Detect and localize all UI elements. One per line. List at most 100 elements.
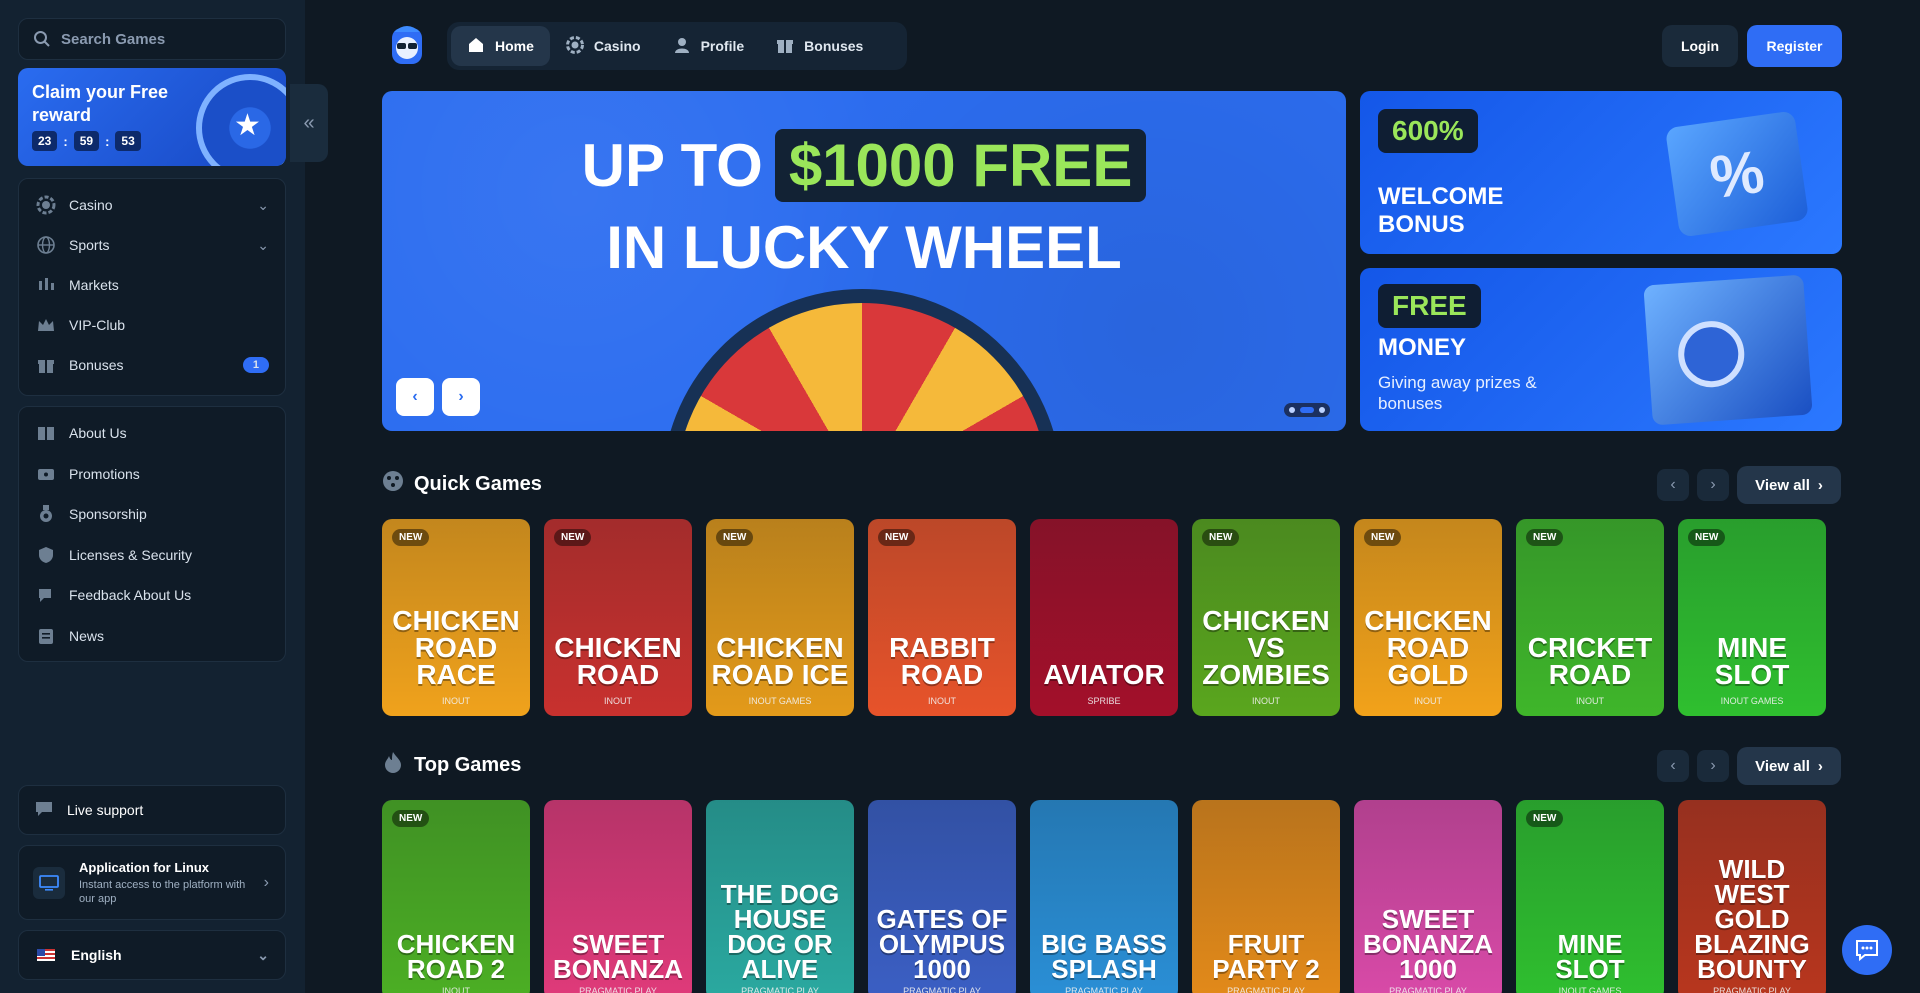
game-tile[interactable]: Sweet Bonanza Pragmatic Play (544, 800, 692, 993)
game-tile[interactable]: NEW Cricket Road InOut (1516, 519, 1664, 716)
sidebar-item-label: Casino (69, 197, 113, 213)
candlestick-icon (35, 274, 57, 296)
sidebar-item-news[interactable]: News (19, 616, 285, 657)
game-tile[interactable]: The Dog House Dog or Alive Pragmatic Play (706, 800, 854, 993)
sidebar-item-sports[interactable]: Sports ⌄ (19, 225, 285, 265)
sidebar-item-feedback[interactable]: Feedback About Us (19, 575, 285, 616)
quick-games-prev-button[interactable]: ‹ (1657, 469, 1689, 501)
game-tile[interactable]: NEW Chicken Road 2 InOut (382, 800, 530, 993)
carousel-next-button[interactable]: › (442, 378, 480, 416)
free-reward-banner[interactable]: Claim your Free reward 23: 59: 53 (18, 68, 286, 166)
game-tile[interactable]: NEW Chicken Road Ice InOut Games (706, 519, 854, 716)
live-support-label: Live support (67, 802, 144, 818)
double-chevron-left-icon: « (303, 111, 315, 134)
live-support-button[interactable]: Live support (18, 785, 286, 835)
game-provider: Pragmatic Play (1713, 986, 1791, 993)
game-provider: Pragmatic Play (1227, 986, 1305, 993)
game-tile[interactable]: NEW Mine Slot InOut Games (1516, 800, 1664, 993)
top-games-next-button[interactable]: › (1697, 750, 1729, 782)
game-tile[interactable]: Big Bass Splash Pragmatic Play (1030, 800, 1178, 993)
language-label: English (71, 947, 122, 963)
welcome-bonus-title: WELCOME BONUS (1378, 183, 1504, 238)
game-title: Gates of Olympus 1000 (876, 904, 1008, 984)
site-logo[interactable] (384, 22, 430, 68)
hero-banner[interactable]: UP TO $1000 FREE IN LUCKY WHEEL ‹ › (382, 91, 1346, 431)
login-button[interactable]: Login (1662, 25, 1738, 67)
tab-profile[interactable]: Profile (657, 26, 761, 66)
chat-bubble-icon (33, 799, 55, 822)
quick-games-heading: Quick Games (382, 470, 542, 498)
game-tile[interactable]: NEW Rabbit Road InOut (868, 519, 1016, 716)
quick-games-view-all-button[interactable]: View all › (1737, 466, 1841, 504)
user-icon (673, 36, 691, 57)
game-tile[interactable]: Aviator Spribe (1030, 519, 1178, 716)
carousel-dot[interactable] (1289, 407, 1295, 413)
free-money-banner[interactable]: FREE MONEY Giving away prizes & bonuses (1360, 268, 1842, 431)
view-all-label: View all (1755, 757, 1810, 775)
app-title: Application for Linux (79, 859, 209, 875)
fire-icon (382, 751, 404, 779)
top-games-heading: Top Games (382, 751, 521, 779)
carousel-prev-button[interactable]: ‹ (396, 378, 434, 416)
game-provider: InOut Games (1558, 986, 1622, 993)
game-tile[interactable]: NEW Chicken Road Gold InOut (1354, 519, 1502, 716)
sidebar-item-markets[interactable]: Markets (19, 265, 285, 305)
chevron-right-icon: › (1710, 757, 1716, 774)
game-tile[interactable]: Fruit Party 2 Pragmatic Play (1192, 800, 1340, 993)
welcome-bonus-chip: 600% (1378, 109, 1478, 153)
top-games-view-all-button[interactable]: View all › (1737, 747, 1841, 785)
collapse-sidebar-button[interactable]: « (290, 84, 328, 162)
game-tile[interactable]: NEW Mine Slot InOut Games (1678, 519, 1826, 716)
tab-bonuses[interactable]: Bonuses (760, 26, 879, 66)
feedback-icon (35, 584, 57, 606)
sidebar-item-licenses-security[interactable]: Licenses & Security (19, 535, 285, 576)
casino-chip-icon (565, 35, 584, 57)
game-tile[interactable]: NEW Chicken vs Zombies InOut (1192, 519, 1340, 716)
sidebar-item-label: Promotions (69, 465, 140, 482)
info-nav: About Us Promotions Sponsorship Licenses… (18, 406, 286, 662)
sidebar-item-sponsorship[interactable]: Sponsorship (19, 494, 285, 535)
sidebar-item-vip-club[interactable]: VIP-Club (19, 305, 285, 345)
sidebar: Search Games Claim your Free reward 23: … (0, 0, 305, 993)
game-title: Rabbit Road (889, 632, 995, 690)
chat-launcher-button[interactable] (1842, 925, 1892, 975)
game-title: Wild West Gold Blazing Bounty (1694, 854, 1810, 984)
game-provider: Pragmatic Play (1389, 986, 1467, 993)
welcome-bonus-banner[interactable]: 600% WELCOME BONUS % (1360, 91, 1842, 254)
game-title: Chicken Road Race (392, 605, 520, 690)
sidebar-item-bonuses[interactable]: Bonuses 1 (19, 345, 285, 385)
game-tile[interactable]: Gates of Olympus 1000 Pragmatic Play (868, 800, 1016, 993)
sidebar-item-label: News (69, 627, 105, 644)
tab-casino[interactable]: Casino (550, 26, 657, 66)
sidebar-item-about-us[interactable]: About Us (19, 413, 285, 454)
game-tile[interactable]: Sweet Bonanza 1000 Pragmatic Play (1354, 800, 1502, 993)
ticket-icon (35, 463, 57, 485)
sidebar-item-label: Sports (69, 237, 110, 253)
game-title: Mine Slot (1555, 929, 1625, 984)
game-title: Chicken Road Gold (1364, 605, 1492, 690)
quick-games-next-button[interactable]: › (1697, 469, 1729, 501)
game-provider: InOut (604, 696, 632, 706)
game-tile[interactable]: Wild West Gold Blazing Bounty Pragmatic P… (1678, 800, 1826, 993)
carousel-dot-active[interactable] (1300, 407, 1314, 413)
register-button[interactable]: Register (1747, 25, 1842, 67)
top-games-prev-button[interactable]: ‹ (1657, 750, 1689, 782)
view-all-label: View all (1755, 476, 1810, 494)
sidebar-item-casino[interactable]: Casino ⌄ (19, 185, 285, 225)
home-icon (467, 36, 485, 57)
game-tile[interactable]: NEW Chicken Road InOut (544, 519, 692, 716)
game-tile[interactable]: NEW Chicken Road Race InOut (382, 519, 530, 716)
search-input[interactable]: Search Games (18, 18, 286, 60)
bonuses-count-badge: 1 (242, 357, 269, 373)
tab-home[interactable]: Home (451, 26, 550, 66)
new-badge: NEW (1688, 529, 1726, 546)
game-title: Sweet Bonanza (553, 929, 683, 984)
chevron-down-icon: ⌄ (257, 236, 269, 253)
free-money-title: MONEY (1378, 334, 1467, 361)
wheel-illustration (196, 74, 286, 166)
sidebar-item-promotions[interactable]: Promotions (19, 454, 285, 495)
linux-app-banner[interactable]: Application for Linux Instant access to … (18, 845, 286, 920)
game-title: Sweet Bonanza 1000 (1363, 904, 1493, 984)
language-selector[interactable]: English ⌄ (18, 930, 286, 980)
carousel-dot[interactable] (1319, 407, 1325, 413)
